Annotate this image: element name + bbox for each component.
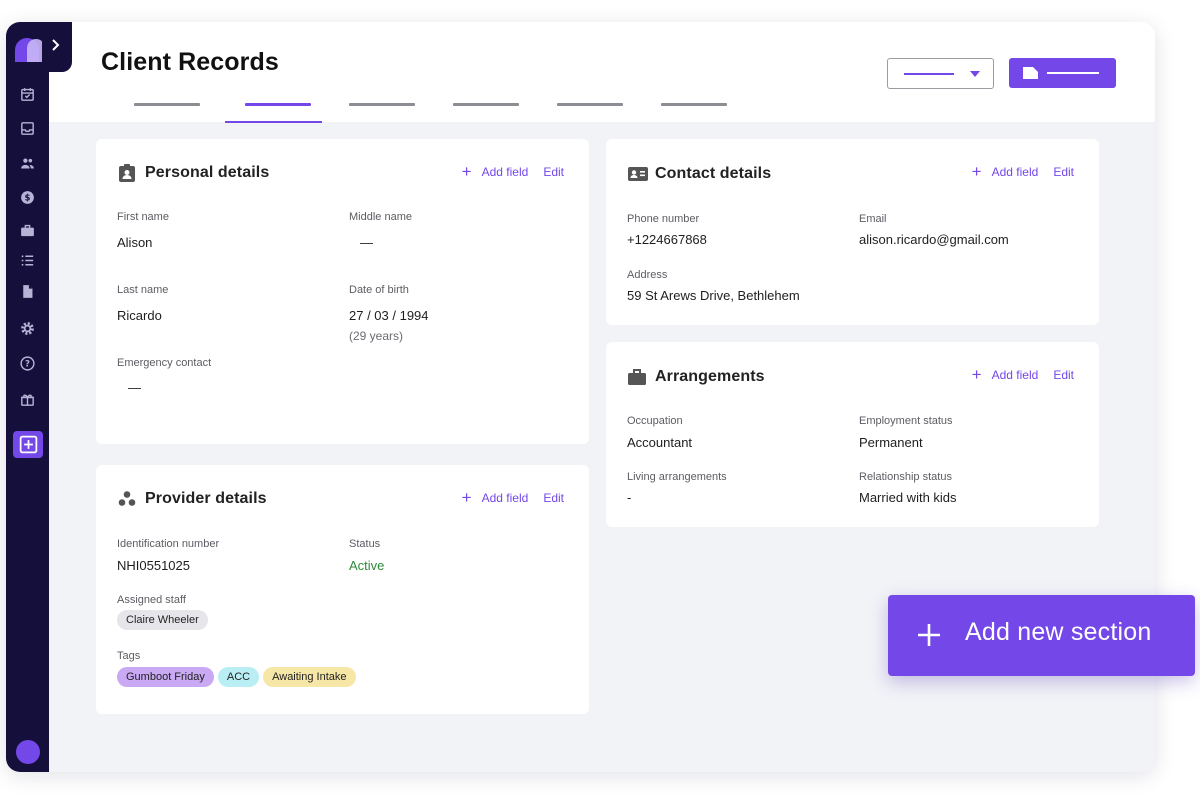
- add-new-section-button[interactable]: Add new section: [888, 595, 1195, 676]
- field-label: Status: [349, 538, 381, 550]
- sidebar-expand-toggle[interactable]: [42, 22, 72, 72]
- age-note: (29 years): [349, 329, 404, 343]
- tab-4[interactable]: [453, 102, 519, 122]
- tab-2[interactable]: [245, 102, 311, 122]
- field-value: Accountant: [627, 435, 693, 450]
- staff-chip[interactable]: Claire Wheeler: [117, 610, 208, 630]
- tab-3[interactable]: [349, 102, 415, 122]
- tag-chip[interactable]: Gumboot Friday: [117, 667, 214, 687]
- view-select[interactable]: [887, 58, 994, 89]
- svg-text:?: ?: [25, 360, 30, 370]
- status-badge: Active: [349, 558, 385, 573]
- field-value: —: [360, 235, 373, 250]
- calendar-check-icon[interactable]: [17, 84, 38, 105]
- button-label-line: [1047, 72, 1099, 74]
- edit-button[interactable]: Edit: [1053, 165, 1074, 179]
- field-value: Permanent: [859, 435, 923, 450]
- field-value: -: [627, 490, 632, 505]
- card-title: Contact details: [655, 165, 772, 182]
- plus-icon: +: [971, 162, 982, 181]
- field-value: Married with kids: [859, 490, 957, 505]
- header: Client Records: [49, 22, 1155, 123]
- field-label: Employment status: [859, 415, 953, 427]
- active-tab-indicator: [225, 121, 322, 123]
- document-icon[interactable]: [17, 281, 38, 302]
- field-label: Living arrangements: [627, 471, 727, 483]
- chevron-right-icon: [52, 39, 60, 51]
- field-label: Address: [627, 269, 668, 281]
- edit-button[interactable]: Edit: [543, 165, 564, 179]
- add-field-label: Add field: [481, 491, 529, 505]
- add-field-button[interactable]: + Add field: [461, 162, 529, 181]
- select-placeholder-line: [904, 73, 954, 75]
- list-icon[interactable]: [17, 250, 38, 271]
- save-button[interactable]: [1009, 58, 1116, 88]
- field-value: 27 / 03 / 1994: [349, 308, 429, 323]
- edit-button[interactable]: Edit: [543, 491, 564, 505]
- add-field-label: Add field: [481, 165, 529, 179]
- field-label: Phone number: [627, 213, 700, 225]
- settings-icon[interactable]: [17, 318, 38, 339]
- avatar[interactable]: [16, 740, 40, 764]
- field-label: Email: [859, 213, 887, 225]
- help-icon[interactable]: ?: [17, 353, 38, 374]
- document-icon: [1023, 67, 1038, 79]
- provider-details-card: Provider details + Add field Edit Identif…: [96, 465, 589, 714]
- dollar-icon[interactable]: $: [17, 187, 38, 208]
- field-label: Date of birth: [349, 284, 409, 296]
- card-title: Arrangements: [655, 368, 765, 385]
- inbox-icon[interactable]: [17, 118, 38, 139]
- field-label: Middle name: [349, 211, 412, 223]
- card-title: Personal details: [145, 164, 270, 181]
- field-label: Tags: [117, 650, 141, 662]
- card-title: Provider details: [145, 490, 267, 507]
- plus-icon: +: [461, 162, 472, 181]
- tag-chip[interactable]: ACC: [217, 667, 260, 687]
- cta-label: Add new section: [965, 618, 1152, 646]
- field-value: +1224667868: [627, 232, 707, 247]
- field-label: Emergency contact: [117, 357, 212, 369]
- add-field-label: Add field: [991, 368, 1039, 382]
- contact-card-icon: [628, 167, 648, 181]
- gift-icon[interactable]: [17, 389, 38, 410]
- tab-5[interactable]: [557, 102, 623, 122]
- add-field-button[interactable]: + Add field: [971, 162, 1039, 181]
- field-label: Assigned staff: [117, 594, 186, 606]
- svg-text:$: $: [25, 194, 31, 204]
- plus-icon: +: [971, 365, 982, 384]
- tag-chip[interactable]: Awaiting Intake: [263, 667, 356, 687]
- field-value: 59 St Arews Drive, Bethlehem: [627, 288, 800, 303]
- field-value: alison.ricardo@gmail.com: [859, 232, 1009, 247]
- field-label: Relationship status: [859, 471, 952, 483]
- contact-details-card: Contact details + Add field Edit Phone nu…: [606, 139, 1099, 325]
- add-field-button[interactable]: + Add field: [971, 365, 1039, 384]
- personal-details-card: Personal details + Add field Edit First n…: [96, 139, 589, 444]
- edit-button[interactable]: Edit: [1053, 368, 1074, 382]
- chevron-down-icon: [970, 71, 980, 77]
- plus-icon: +: [461, 488, 472, 507]
- people-icon[interactable]: [17, 153, 38, 174]
- field-value: —: [128, 380, 141, 395]
- bubbles-icon: [118, 491, 136, 506]
- tab-6[interactable]: [661, 102, 727, 122]
- contact-badge-icon: [119, 164, 135, 182]
- field-value: Ricardo: [117, 308, 162, 323]
- field-value: NHI0551025: [117, 558, 190, 573]
- add-field-button[interactable]: + Add field: [461, 488, 529, 507]
- tab-1[interactable]: [134, 102, 200, 122]
- tag-list: Gumboot Friday ACC Awaiting Intake: [117, 667, 360, 687]
- field-label: Occupation: [627, 415, 683, 427]
- add-box-icon[interactable]: [13, 431, 43, 458]
- sidebar: $ ?: [6, 22, 49, 772]
- field-label: First name: [117, 211, 169, 223]
- field-value: Alison: [117, 235, 153, 250]
- add-field-label: Add field: [991, 165, 1039, 179]
- page-title: Client Records: [101, 48, 279, 76]
- arrangements-card: Arrangements + Add field Edit Occupation …: [606, 342, 1099, 527]
- plus-icon: [918, 624, 940, 646]
- briefcase-icon[interactable]: [17, 220, 38, 241]
- field-label: Identification number: [117, 538, 220, 550]
- field-label: Last name: [117, 284, 169, 296]
- briefcase-icon: [628, 369, 646, 385]
